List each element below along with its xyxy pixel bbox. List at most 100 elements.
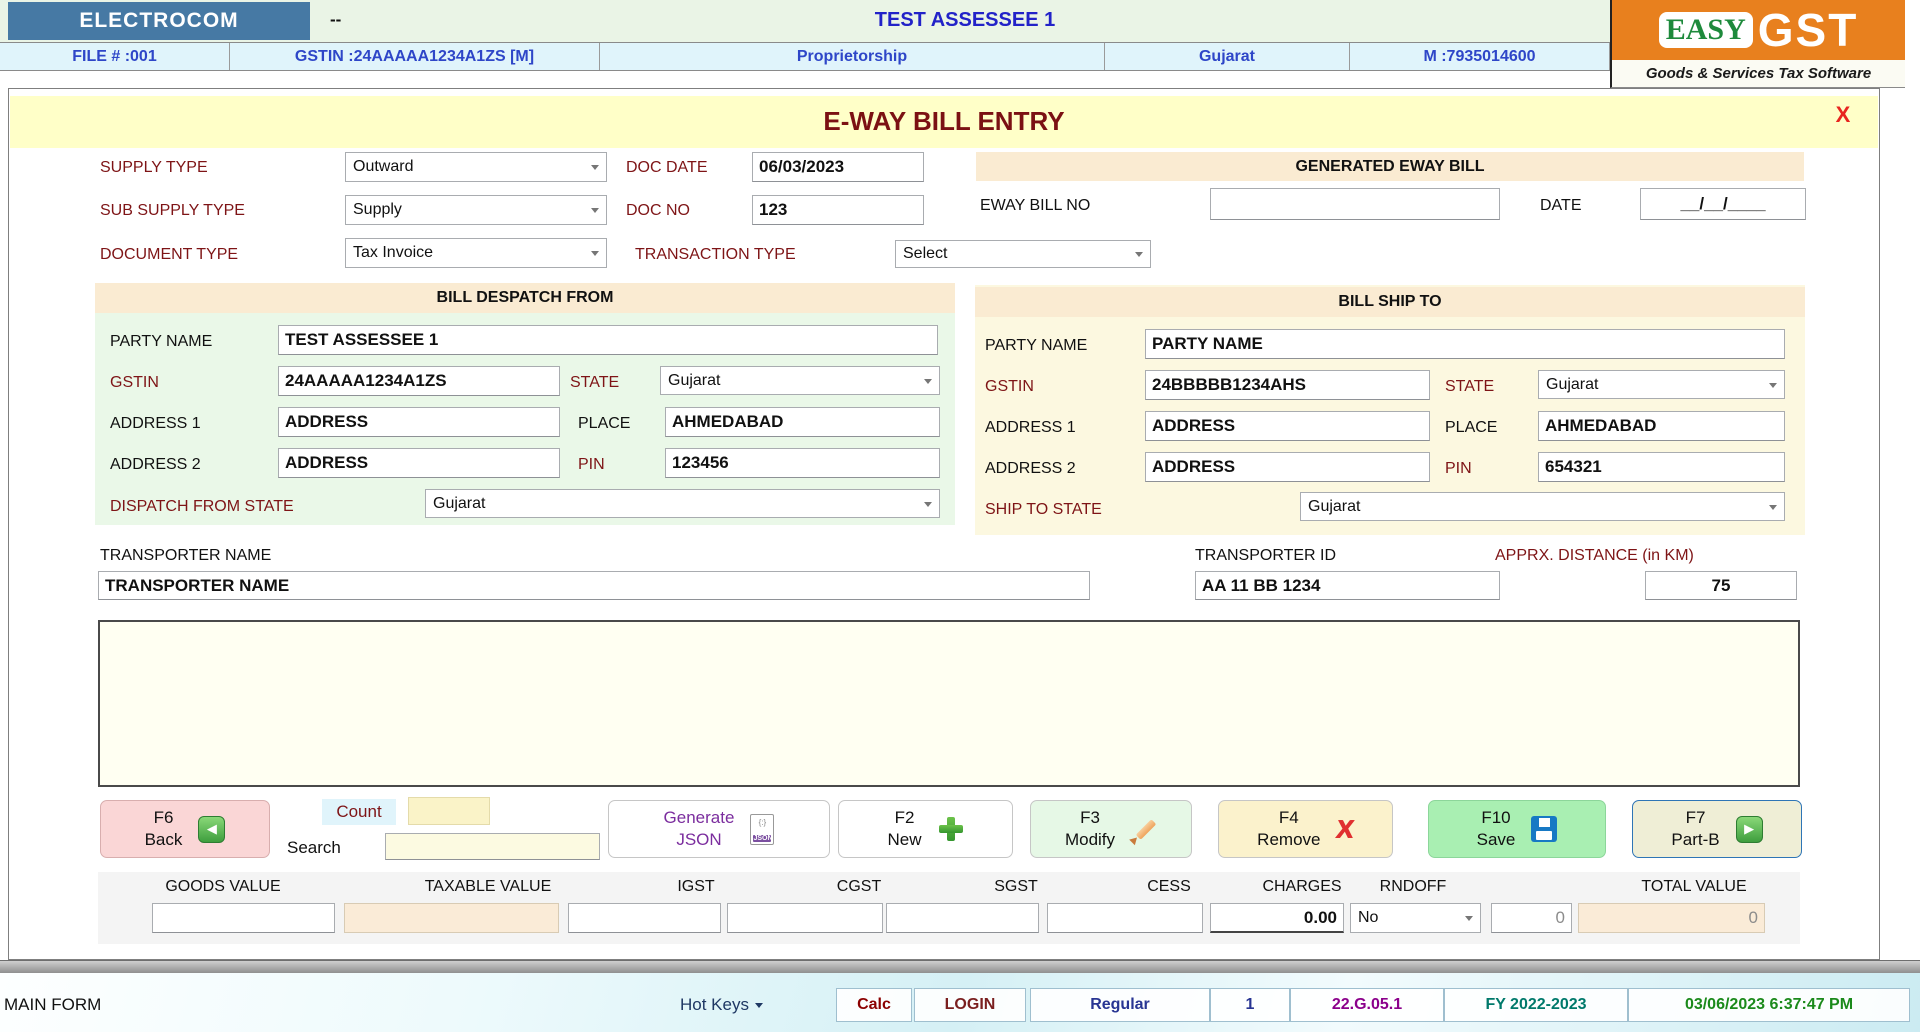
partb-button-label: Part-B — [1671, 829, 1719, 851]
transaction-type-select[interactable]: Select — [895, 240, 1151, 268]
shipto-gstin-input[interactable] — [1145, 370, 1430, 400]
transporter-name-input[interactable] — [98, 571, 1090, 600]
eway-date-input[interactable] — [1640, 188, 1806, 220]
doc-no-label: DOC NO — [626, 201, 690, 221]
new-button-label: New — [887, 829, 921, 851]
sgst-input[interactable] — [886, 903, 1039, 933]
dropdown-chevron-icon — [924, 379, 932, 384]
partb-button[interactable]: F7 Part-B — [1632, 800, 1802, 858]
status-mode: Regular — [1030, 988, 1210, 1022]
eway-bill-no-input[interactable] — [1210, 188, 1500, 220]
search-input[interactable] — [385, 833, 600, 860]
json-file-icon — [750, 814, 774, 845]
file-number: FILE # :001 — [0, 43, 230, 70]
igst-input[interactable] — [568, 903, 721, 933]
dispatch-from-state-select[interactable]: Gujarat — [425, 489, 940, 518]
constitution: Proprietorship — [600, 43, 1105, 70]
shipto-party-name-input[interactable] — [1145, 329, 1785, 359]
remove-button-key: F4 — [1257, 807, 1320, 829]
shipto-address1-input[interactable] — [1145, 411, 1430, 441]
window-bottom-strip — [0, 960, 1920, 973]
doc-no-input[interactable] — [752, 195, 924, 225]
despatch-address2-input[interactable] — [278, 448, 560, 478]
save-floppy-icon — [1531, 816, 1557, 842]
dropdown-chevron-icon — [591, 251, 599, 256]
shipto-address2-label: ADDRESS 2 — [985, 459, 1076, 479]
despatch-state-label: STATE — [570, 373, 619, 393]
despatch-gstin-label: GSTIN — [110, 373, 159, 393]
cess-input[interactable] — [1047, 903, 1203, 933]
eway-bill-no-label: EWAY BILL NO — [980, 196, 1090, 216]
status-calc[interactable]: Calc — [836, 988, 912, 1022]
sub-supply-type-select[interactable]: Supply — [345, 195, 607, 225]
rndoff-label: RNDOFF — [1363, 878, 1463, 896]
generate-json-button[interactable]: Generate JSON — [608, 800, 830, 858]
modify-button-label: Modify — [1065, 829, 1115, 851]
despatch-pin-input[interactable] — [665, 448, 940, 478]
transaction-type-value: Select — [903, 245, 947, 263]
shipto-pin-input[interactable] — [1538, 452, 1785, 482]
sub-supply-type-value: Supply — [353, 201, 402, 219]
bill-despatch-from-header: BILL DESPATCH FROM — [95, 283, 955, 313]
modify-button[interactable]: F3 Modify — [1030, 800, 1192, 858]
goods-value-input[interactable] — [152, 903, 335, 933]
app-brand: ELECTROCOM — [8, 2, 310, 40]
bill-ship-to-header: BILL SHIP TO — [975, 287, 1805, 317]
despatch-party-name-input[interactable] — [278, 325, 938, 355]
transporter-id-input[interactable] — [1195, 571, 1500, 600]
logo-easy-text: EASY — [1659, 12, 1753, 48]
company-mobile: M :7935014600 — [1350, 43, 1610, 70]
cgst-input[interactable] — [727, 903, 883, 933]
info-bar: FILE # :001 GSTIN :24AAAAA1234A1ZS [M] P… — [0, 42, 1610, 71]
goods-value-label: GOODS VALUE — [150, 878, 296, 896]
ship-to-state-select[interactable]: Gujarat — [1300, 492, 1785, 521]
despatch-gstin-input[interactable] — [278, 366, 560, 396]
plus-icon — [938, 816, 964, 842]
document-type-value: Tax Invoice — [353, 244, 433, 262]
doc-date-input[interactable] — [752, 152, 924, 182]
items-list-box[interactable] — [98, 620, 1800, 787]
company-state: Gujarat — [1105, 43, 1350, 70]
dropdown-chevron-icon — [1135, 252, 1143, 257]
despatch-state-select[interactable]: Gujarat — [660, 366, 940, 395]
approx-distance-input[interactable] — [1645, 571, 1797, 600]
rndoff-value: No — [1358, 909, 1378, 927]
titlebar-dashes: -- — [330, 10, 341, 30]
status-login[interactable]: LOGIN — [914, 988, 1026, 1022]
status-bar: MAIN FORM Hot Keys Calc LOGIN Regular 1 … — [0, 973, 1920, 1032]
despatch-party-name-label: PARTY NAME — [110, 332, 212, 352]
generated-eway-header: GENERATED EWAY BILL — [976, 152, 1804, 181]
status-count: 1 — [1210, 988, 1290, 1022]
shipto-state-select[interactable]: Gujarat — [1538, 370, 1785, 399]
eway-date-label: DATE — [1540, 196, 1581, 216]
cess-label: CESS — [1119, 878, 1219, 896]
close-button[interactable]: X — [1828, 102, 1858, 132]
charges-input[interactable] — [1210, 903, 1344, 933]
supply-type-select[interactable]: Outward — [345, 152, 607, 182]
dropdown-chevron-icon — [1769, 383, 1777, 388]
rndoff-select[interactable]: No — [1350, 903, 1481, 933]
despatch-address1-input[interactable] — [278, 407, 560, 437]
search-label: Search — [287, 838, 341, 858]
back-button-key: F6 — [145, 807, 183, 829]
shipto-address2-input[interactable] — [1145, 452, 1430, 482]
hotkeys-dropdown[interactable]: Hot Keys — [680, 995, 763, 1015]
shipto-state-label: STATE — [1445, 377, 1494, 397]
remove-button[interactable]: F4 Remove X — [1218, 800, 1393, 858]
back-button[interactable]: F6 Back — [100, 800, 270, 858]
company-gstin: GSTIN :24AAAAA1234A1ZS [M] — [230, 43, 600, 70]
titlebar: ELECTROCOM -- TEST ASSESSEE 1 — [0, 0, 1610, 42]
new-button[interactable]: F2 New — [838, 800, 1013, 858]
status-datetime: 03/06/2023 6:37:47 PM — [1628, 988, 1910, 1022]
shipto-place-input[interactable] — [1538, 411, 1785, 441]
status-financial-year: FY 2022-2023 — [1444, 988, 1628, 1022]
dispatch-from-state-label: DISPATCH FROM STATE — [110, 497, 294, 517]
despatch-place-input[interactable] — [665, 407, 940, 437]
total-value-label: TOTAL VALUE — [1624, 878, 1764, 896]
approx-distance-label: APPRX. DISTANCE (in KM) — [1495, 546, 1694, 566]
shipto-address1-label: ADDRESS 1 — [985, 418, 1076, 438]
document-type-select[interactable]: Tax Invoice — [345, 238, 607, 268]
modify-button-key: F3 — [1065, 807, 1115, 829]
transaction-type-label: TRANSACTION TYPE — [635, 245, 796, 265]
save-button[interactable]: F10 Save — [1428, 800, 1606, 858]
